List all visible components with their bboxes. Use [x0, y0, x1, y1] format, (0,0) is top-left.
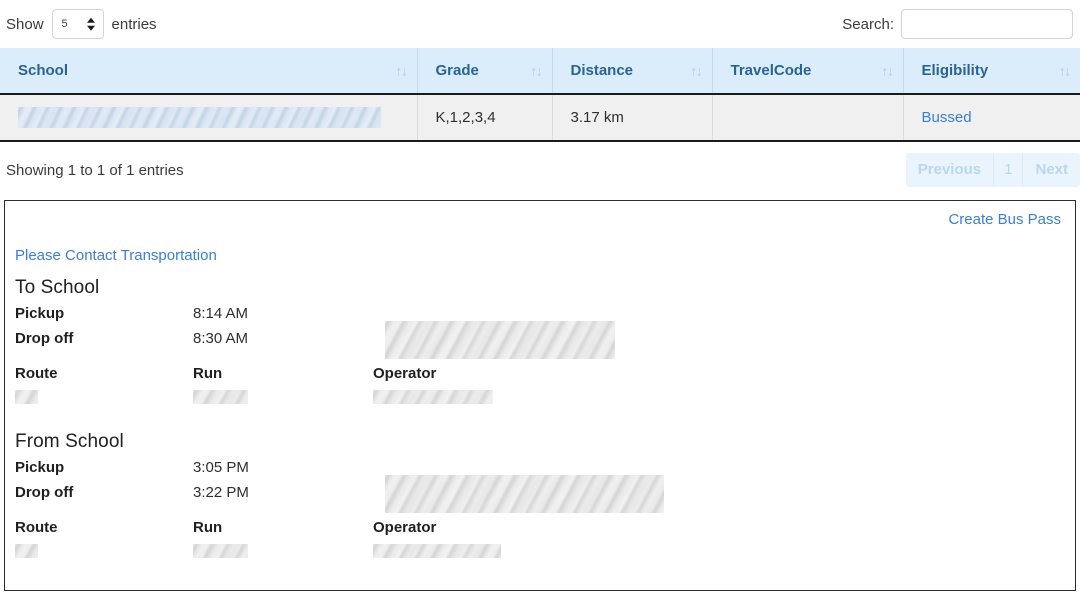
- redacted-school-name: [18, 107, 381, 128]
- pickup-time: 3:05 PM: [193, 459, 373, 476]
- cell-distance: 3.17 km: [552, 94, 712, 141]
- show-label: Show: [6, 16, 44, 33]
- page-length-value: 5: [53, 19, 68, 30]
- sort-icon[interactable]: ↑↓: [1059, 63, 1070, 78]
- route-run-operator-header: Route Run Operator: [15, 365, 1061, 382]
- table-footer: Showing 1 to 1 of 1 entries Previous 1 N…: [0, 142, 1080, 186]
- column-label: Distance: [571, 62, 634, 79]
- operator-label: Operator: [373, 365, 436, 382]
- trip-title: To School: [15, 277, 1061, 299]
- redacted-run: [193, 390, 248, 404]
- redacted-operator: [373, 544, 501, 558]
- redacted-route: [15, 390, 38, 404]
- dropoff-time: 3:22 PM: [193, 484, 373, 501]
- column-label: TravelCode: [731, 62, 812, 79]
- eligibility-link[interactable]: Bussed: [922, 109, 972, 126]
- cell-travelcode: [712, 94, 903, 141]
- run-value: [193, 388, 373, 405]
- redacted-operator: [373, 390, 493, 404]
- pickup-time: 8:14 AM: [193, 305, 373, 322]
- dropoff-label: Drop off: [15, 484, 193, 501]
- redacted-stop-from-school-wrap: [385, 475, 664, 513]
- route-value: [15, 388, 193, 405]
- pagination-previous[interactable]: Previous: [906, 153, 994, 187]
- redacted-stop-to-school-wrap: [385, 321, 615, 359]
- table-header-row: School ↑↓ Grade ↑↓ Distance ↑↓ TravelCod…: [0, 48, 1080, 94]
- column-label: Eligibility: [922, 62, 989, 79]
- pagination: Previous 1 Next: [906, 153, 1080, 187]
- route-run-operator-values: [15, 388, 1061, 404]
- cell-eligibility: Bussed: [903, 94, 1080, 141]
- route-run-operator-values: [15, 542, 1061, 558]
- create-bus-pass-link[interactable]: Create Bus Pass: [948, 211, 1061, 228]
- operator-value: [373, 542, 501, 559]
- dropoff-time: 8:30 AM: [193, 330, 373, 347]
- run-label: Run: [193, 519, 373, 536]
- table-info: Showing 1 to 1 of 1 entries: [6, 162, 184, 179]
- route-run-operator-header: Route Run Operator: [15, 519, 1061, 536]
- panel-actions: Create Bus Pass: [15, 211, 1061, 233]
- run-label: Run: [193, 365, 373, 382]
- column-label: School: [18, 62, 68, 79]
- cell-grade: K,1,2,3,4: [417, 94, 552, 141]
- pagination-page-1[interactable]: 1: [994, 153, 1023, 187]
- cell-school: [0, 94, 417, 141]
- sort-icon[interactable]: ↑↓: [396, 63, 407, 78]
- run-value: [193, 542, 373, 559]
- sort-icon[interactable]: ↑↓: [691, 63, 702, 78]
- contact-transportation-link[interactable]: Please Contact Transportation: [15, 247, 217, 264]
- redacted-run: [193, 544, 248, 558]
- dropoff-label: Drop off: [15, 330, 193, 347]
- column-header-distance[interactable]: Distance ↑↓: [552, 48, 712, 94]
- trip-title: From School: [15, 431, 1061, 453]
- contact-transportation-row: Please Contact Transportation: [15, 247, 1061, 264]
- transportation-detail-panel: Create Bus Pass Please Contact Transport…: [4, 200, 1076, 591]
- sort-icon[interactable]: ↑↓: [531, 63, 542, 78]
- page-length-control: Show 5 entries: [6, 9, 157, 39]
- pickup-label: Pickup: [15, 305, 193, 322]
- table-controls: Show 5 entries Search:: [0, 0, 1080, 48]
- pagination-next[interactable]: Next: [1023, 153, 1080, 187]
- route-label: Route: [15, 519, 193, 536]
- route-label: Route: [15, 365, 193, 382]
- column-label: Grade: [436, 62, 479, 79]
- operator-value: [373, 388, 493, 405]
- trip-to-school: To School Pickup 8:14 AM Drop off 8:30 A…: [15, 277, 1061, 404]
- sort-icon[interactable]: ↑↓: [882, 63, 893, 78]
- pickup-label: Pickup: [15, 459, 193, 476]
- operator-label: Operator: [373, 519, 436, 536]
- column-header-eligibility[interactable]: Eligibility ↑↓: [903, 48, 1080, 94]
- search-control: Search:: [842, 9, 1074, 39]
- table-row[interactable]: K,1,2,3,4 3.17 km Bussed: [0, 94, 1080, 141]
- column-header-school[interactable]: School ↑↓: [0, 48, 417, 94]
- redacted-stop-address: [385, 475, 664, 513]
- stepper-arrows-icon: [87, 18, 95, 31]
- trip-from-school: From School Pickup 3:05 PM Drop off 3:22…: [15, 431, 1061, 558]
- redacted-route: [15, 544, 38, 558]
- search-label: Search:: [842, 16, 894, 33]
- entries-label: entries: [112, 16, 157, 33]
- page-length-select[interactable]: 5: [52, 9, 104, 39]
- route-value: [15, 542, 193, 559]
- search-input[interactable]: [901, 9, 1073, 39]
- redacted-stop-address: [385, 321, 615, 359]
- column-header-grade[interactable]: Grade ↑↓: [417, 48, 552, 94]
- results-table: School ↑↓ Grade ↑↓ Distance ↑↓ TravelCod…: [0, 48, 1080, 142]
- column-header-travelcode[interactable]: TravelCode ↑↓: [712, 48, 903, 94]
